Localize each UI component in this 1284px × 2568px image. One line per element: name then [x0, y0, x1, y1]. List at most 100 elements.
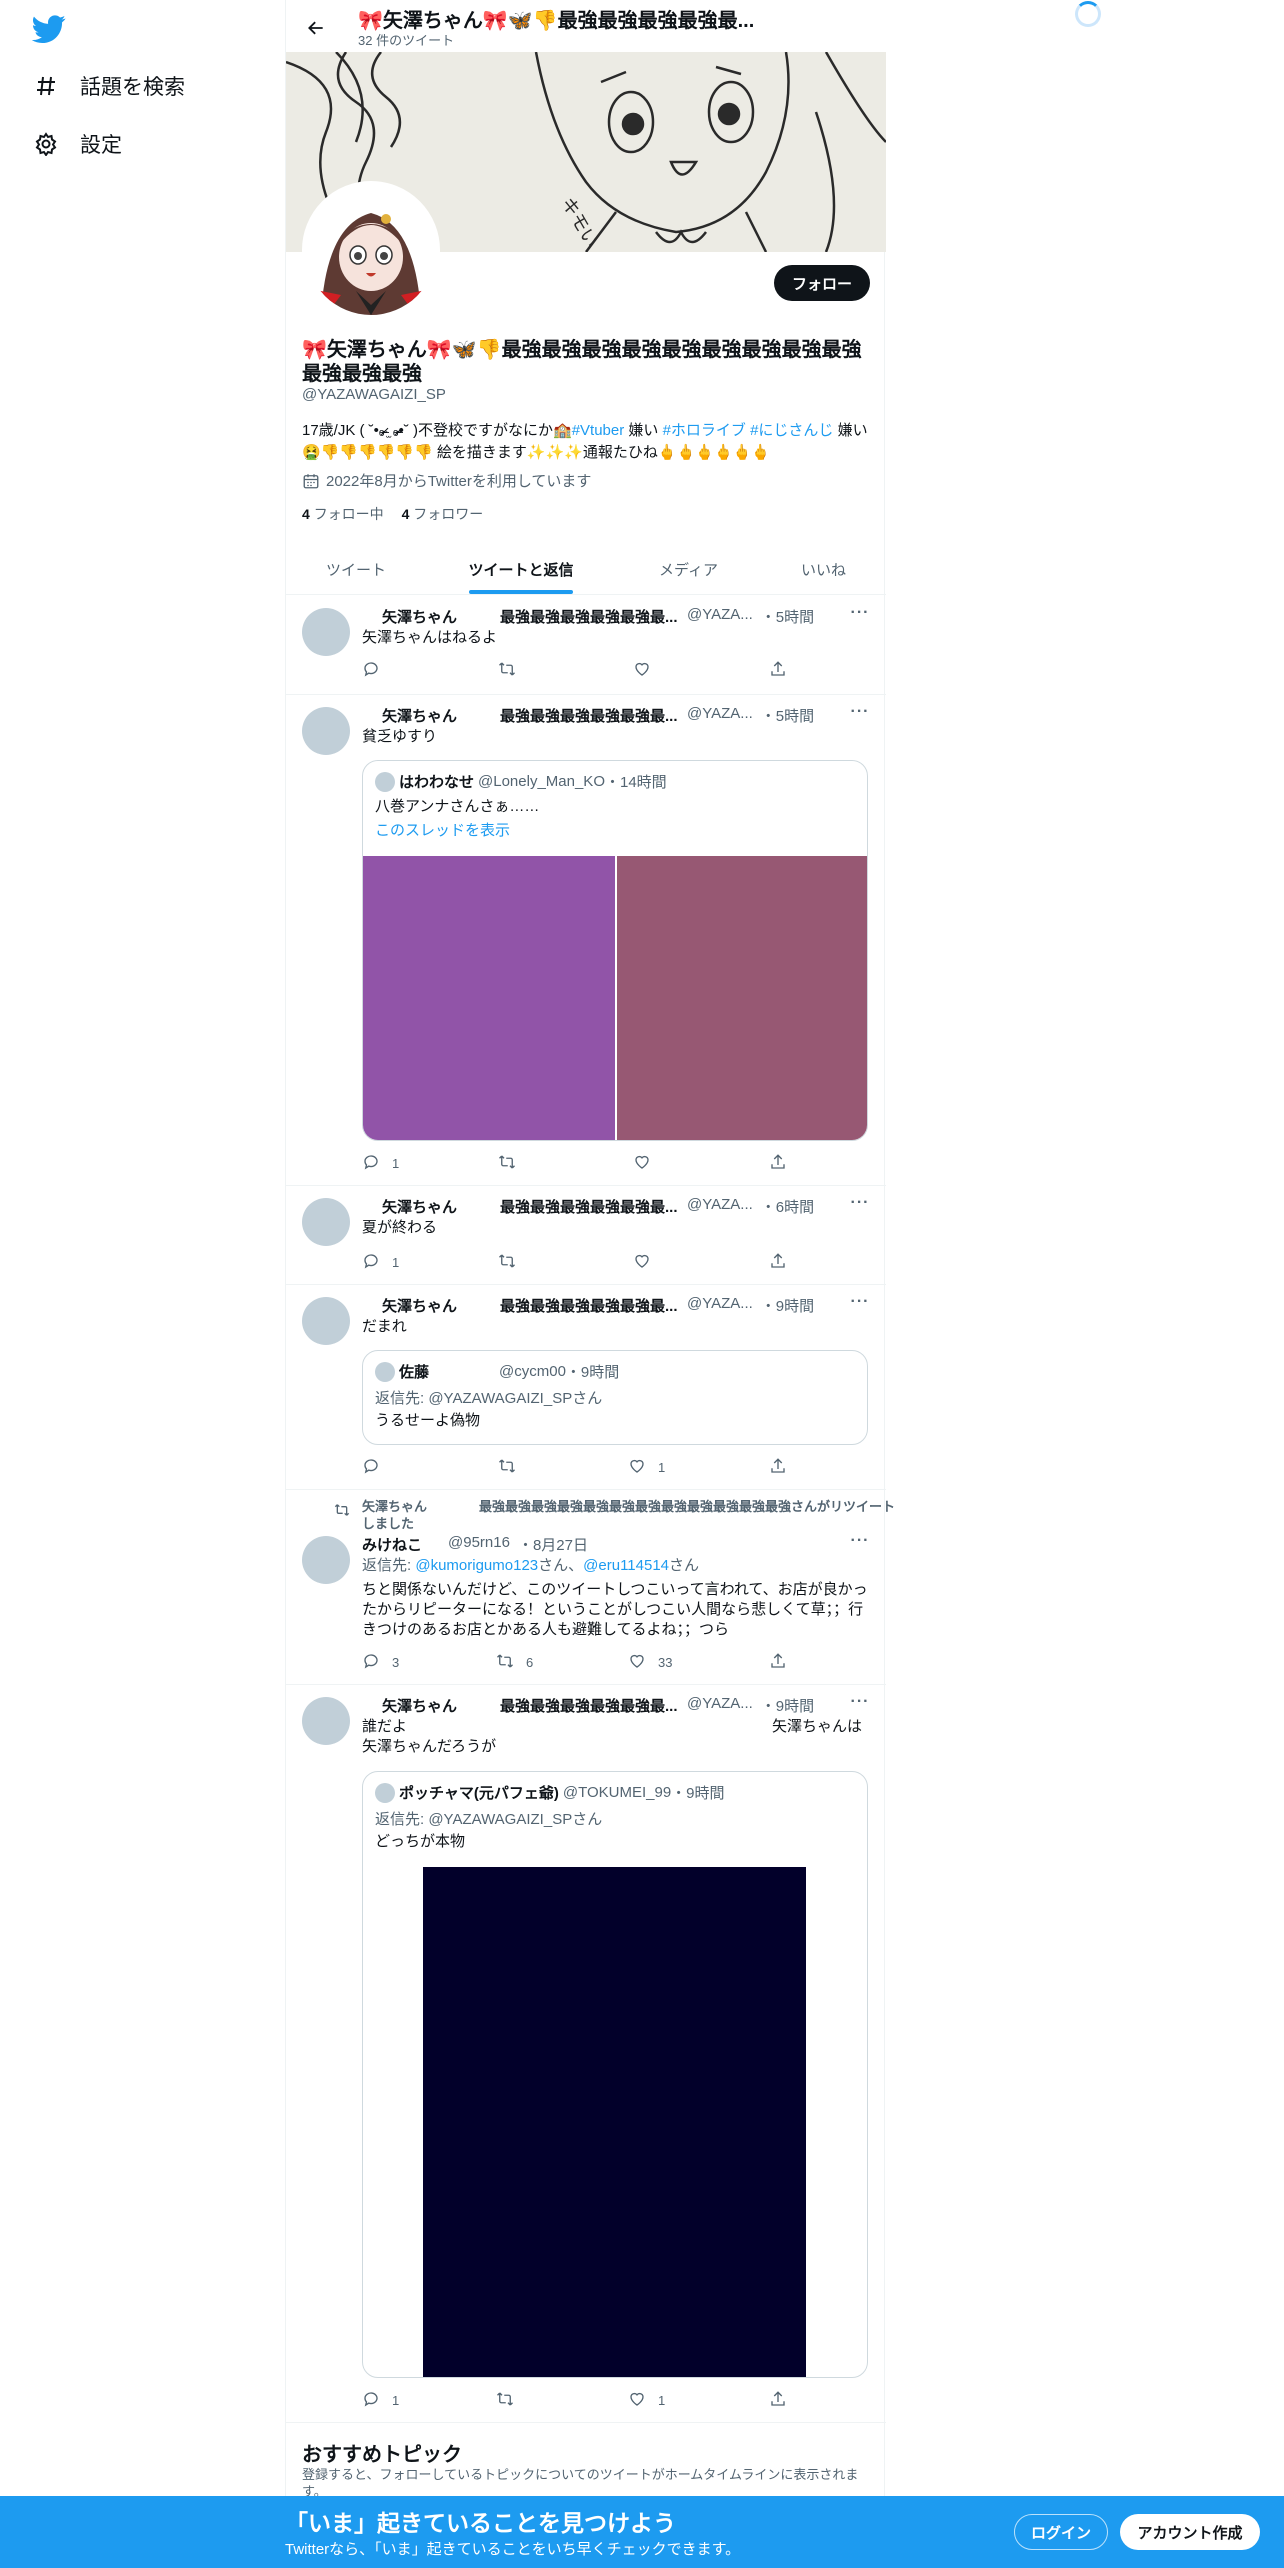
retweet-button[interactable]	[498, 1457, 528, 1478]
followers-link[interactable]: 4 フォロワー	[402, 506, 484, 522]
share-button[interactable]	[769, 2390, 787, 2411]
more-options-icon[interactable]: ···	[850, 1533, 870, 1554]
tweet-time[interactable]: ・5時間	[761, 705, 814, 725]
tweet-time[interactable]: ・9時間	[761, 1295, 814, 1315]
tweet-author-handle[interactable]: @YAZA...	[687, 606, 753, 626]
follow-button[interactable]: フォロー	[774, 265, 870, 301]
like-button[interactable]	[633, 1153, 663, 1174]
share-icon	[769, 1457, 787, 1478]
tweet[interactable]: 矢澤ちゃん 最強最強最強最強最強最... @YAZA... ・9時間 ··· だ…	[286, 1285, 886, 1490]
tweet[interactable]: 矢澤ちゃん 最強最強最強最強最強最... @YAZA... ・6時間 ··· 夏…	[286, 1186, 886, 1285]
tweet-author-name-suffix[interactable]: 最強最強最強最強最強最...	[500, 606, 685, 626]
quoted-tweet[interactable]: はわわなせ @Lonely_Man_KO ・14時間 八巻アンナさんさぁ…… こ…	[362, 760, 868, 1141]
tweet[interactable]: 矢澤ちゃん 最強最強最強最強最強最... @YAZA... ・9時間 ··· 誰…	[286, 1685, 886, 2423]
tweet-actions: 3 6 33	[362, 1652, 792, 1672]
tweet-author-name-suffix[interactable]: 最強最強最強最強最強最...	[500, 1196, 685, 1216]
tweet-author-name-suffix[interactable]: 最強最強最強最強最強最...	[500, 1295, 685, 1315]
retweet-icon	[498, 1252, 516, 1273]
signup-button[interactable]: アカウント作成	[1120, 2514, 1260, 2550]
tweet-author-name-suffix[interactable]: 最強最強最強最強最強最...	[500, 705, 685, 725]
twitter-logo-icon[interactable]	[31, 12, 66, 46]
sidebar-item-explore[interactable]: 話題を検索	[32, 66, 185, 106]
share-icon	[769, 1153, 787, 1174]
profile-avatar[interactable]	[302, 181, 440, 319]
retweet-button[interactable]	[498, 660, 528, 681]
avatar[interactable]	[302, 608, 350, 656]
more-options-icon[interactable]: ···	[850, 1195, 870, 1216]
following-link[interactable]: 4 フォロー中	[302, 506, 384, 522]
tweet-author-name[interactable]: 矢澤ちゃん	[362, 1295, 500, 1315]
reply-count: 3	[392, 1655, 400, 1670]
tweet-author-name-suffix[interactable]: 最強最強最強最強最強最...	[500, 1695, 685, 1715]
sidebar-item-settings[interactable]: 設定	[32, 124, 122, 164]
tweet-author-handle[interactable]: @YAZA...	[687, 1295, 753, 1315]
tweet-author-handle[interactable]: @YAZA...	[687, 705, 753, 725]
mention-link[interactable]: @kumorigumo123	[415, 1557, 538, 1574]
following-count: 4	[302, 506, 310, 522]
back-arrow-icon[interactable]	[298, 10, 334, 46]
more-options-icon[interactable]: ···	[850, 704, 870, 725]
more-options-icon[interactable]: ···	[850, 605, 870, 626]
reply-button[interactable]	[362, 1457, 392, 1478]
hashtag-link[interactable]: #にじさんじ	[750, 422, 833, 439]
tweet-time[interactable]: ・5時間	[761, 606, 814, 626]
retweet-button[interactable]: 6	[496, 1652, 533, 1673]
like-button[interactable]	[633, 660, 663, 681]
reply-button[interactable]	[362, 660, 392, 681]
tab-tweets[interactable]: ツイート	[286, 543, 426, 595]
mention-link[interactable]: @eru114514	[583, 1557, 669, 1574]
like-button[interactable]: 1	[628, 2390, 665, 2411]
tweet[interactable]: 矢澤ちゃん 最強最強最強最強最強最... @YAZA... ・5時間 ··· 貧…	[286, 695, 886, 1186]
quoted-media-image[interactable]	[423, 1867, 806, 2377]
hashtag-link[interactable]: #ホロライブ	[663, 422, 746, 439]
tweet-author-name[interactable]: 矢澤ちゃん	[362, 1196, 500, 1216]
tweet-actions: 1 1	[362, 2390, 792, 2410]
tweet-author-name[interactable]: みけねこ	[362, 1534, 446, 1554]
like-button[interactable]	[633, 1252, 663, 1273]
share-button[interactable]	[769, 1153, 787, 1174]
retweet-button[interactable]	[498, 1153, 528, 1174]
reply-button[interactable]: 1	[362, 1252, 399, 1273]
avatar[interactable]	[302, 1297, 350, 1345]
reply-button[interactable]: 1	[362, 2390, 399, 2411]
share-button[interactable]	[769, 660, 787, 681]
login-button[interactable]: ログイン	[1014, 2514, 1108, 2550]
tweet-author-name[interactable]: 矢澤ちゃん	[362, 705, 500, 725]
quoted-tweet[interactable]: ポッチャマ(元パフェ爺) @TOKUMEI_99 ・9時間 返信先: @YAZA…	[362, 1771, 868, 2378]
tweet-author-handle[interactable]: @YAZA...	[687, 1695, 753, 1715]
avatar[interactable]	[302, 1697, 350, 1745]
tweet-author-handle[interactable]: @95rn16	[448, 1534, 510, 1554]
share-button[interactable]	[769, 1252, 787, 1273]
topics-title: おすすめトピック	[302, 2444, 462, 2466]
tweet-time[interactable]: ・9時間	[761, 1695, 814, 1715]
show-thread-link[interactable]: このスレッドを表示	[375, 821, 510, 841]
tweet-author-handle[interactable]: @YAZA...	[687, 1196, 753, 1216]
tweet[interactable]: 矢澤ちゃん 最強最強最強最強最強最... @YAZA... ・5時間 ··· 矢…	[286, 596, 886, 695]
tweet[interactable]: 矢澤ちゃん 最強最強最強最強最強最強最強最強最強最強最強最強さんがリツイートしま…	[286, 1490, 895, 1685]
tab-tweets-replies[interactable]: ツイートと返信	[426, 543, 616, 595]
share-button[interactable]	[769, 1457, 787, 1478]
tweet-time[interactable]: ・6時間	[761, 1196, 814, 1216]
more-options-icon[interactable]: ···	[850, 1294, 870, 1315]
avatar[interactable]	[302, 1198, 350, 1246]
reply-button[interactable]: 1	[362, 1153, 399, 1174]
like-button[interactable]: 1	[628, 1457, 665, 1478]
quoted-media-image[interactable]	[617, 856, 867, 1140]
like-button[interactable]: 33	[628, 1652, 672, 1673]
retweeted-by-label[interactable]: 矢澤ちゃん 最強最強最強最強最強最強最強最強最強最強最強最強さんがリツイートしま…	[362, 1498, 902, 1532]
tab-media[interactable]: メディア	[616, 543, 761, 595]
quoted-media-image[interactable]	[363, 856, 615, 1140]
avatar[interactable]	[302, 1536, 350, 1584]
retweet-button[interactable]	[496, 2390, 526, 2411]
reply-button[interactable]: 3	[362, 1652, 399, 1673]
share-button[interactable]	[769, 1652, 787, 1673]
more-options-icon[interactable]: ···	[850, 1694, 870, 1715]
avatar[interactable]	[302, 707, 350, 755]
tab-likes[interactable]: いいね	[761, 543, 886, 595]
retweet-button[interactable]	[498, 1252, 528, 1273]
quoted-tweet[interactable]: 佐藤 @cycm00 ・9時間 返信先: @YAZAWAGAIZI_SPさん う…	[362, 1350, 868, 1445]
hashtag-link[interactable]: #Vtuber	[572, 422, 625, 439]
tweet-author-name[interactable]: 矢澤ちゃん	[362, 606, 500, 626]
tweet-time[interactable]: ・8月27日	[518, 1534, 588, 1554]
tweet-author-name[interactable]: 矢澤ちゃん	[362, 1695, 500, 1715]
